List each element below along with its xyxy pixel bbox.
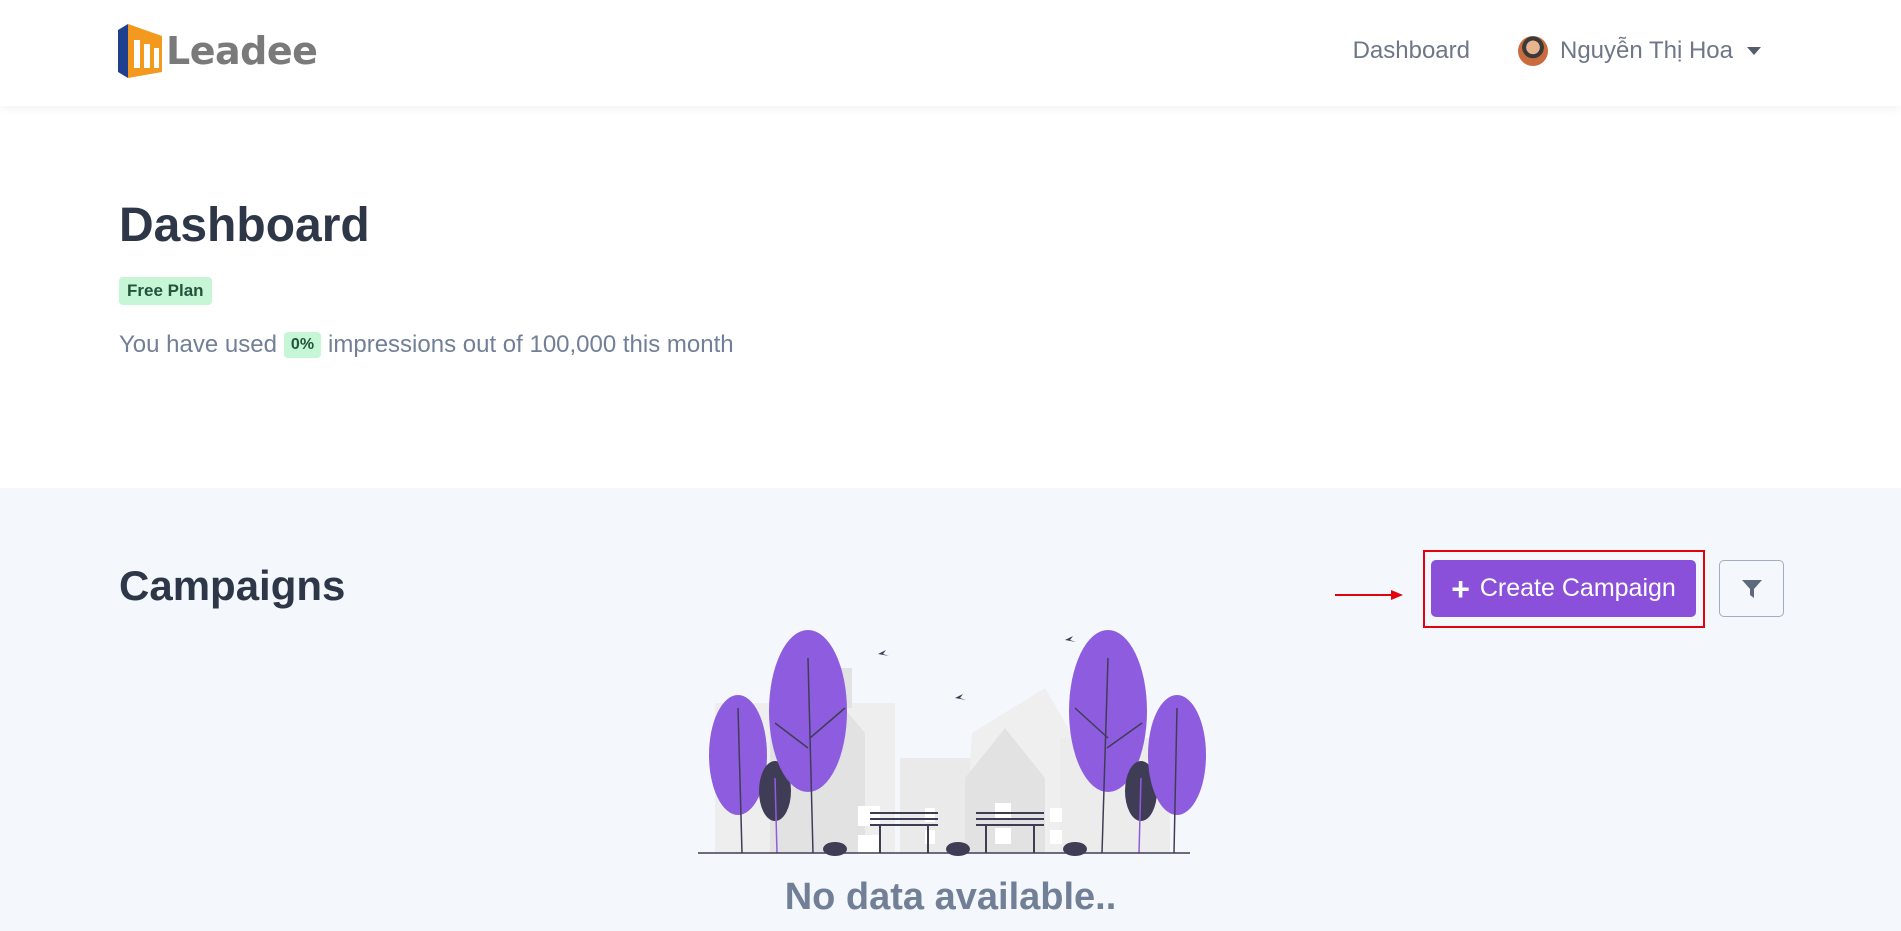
nav-dashboard-link[interactable]: Dashboard <box>1353 37 1470 65</box>
nav-right: Dashboard Nguyễn Thị Hoa <box>1353 36 1761 66</box>
campaigns-section: Campaigns + Create Campaign No data avai… <box>0 488 1901 931</box>
plan-badge: Free Plan <box>119 276 212 305</box>
user-name: Nguyễn Thị Hoa <box>1560 37 1733 64</box>
plus-icon: + <box>1451 570 1470 607</box>
campaigns-title: Campaigns <box>119 562 346 609</box>
top-navbar: Leadee Dashboard Nguyễn Thị Hoa <box>0 0 1901 106</box>
page-title: Dashboard <box>119 199 370 253</box>
usage-suffix: impressions out of 100,000 this month <box>328 330 734 358</box>
usage-percent-badge: 0% <box>283 331 322 358</box>
empty-state-illustration <box>698 630 1206 856</box>
leadee-logo-icon <box>118 24 162 78</box>
filter-button[interactable] <box>1719 560 1784 617</box>
brand-name: Leadee <box>166 29 318 73</box>
create-campaign-button[interactable]: + Create Campaign <box>1431 560 1696 617</box>
dashboard-header: Dashboard Free Plan You have used 0% imp… <box>119 199 734 359</box>
arrow-right-icon <box>1335 590 1403 600</box>
brand-logo[interactable]: Leadee <box>118 22 318 80</box>
empty-state-text: No data available.. <box>784 876 1117 918</box>
avatar <box>1518 36 1548 66</box>
filter-icon <box>1741 579 1762 598</box>
usage-prefix: You have used <box>119 330 277 358</box>
user-menu[interactable]: Nguyễn Thị Hoa <box>1518 36 1761 66</box>
create-campaign-label: Create Campaign <box>1479 574 1676 602</box>
chevron-down-icon <box>1747 47 1761 55</box>
usage-text: You have used 0% impressions out of 100,… <box>119 331 734 359</box>
